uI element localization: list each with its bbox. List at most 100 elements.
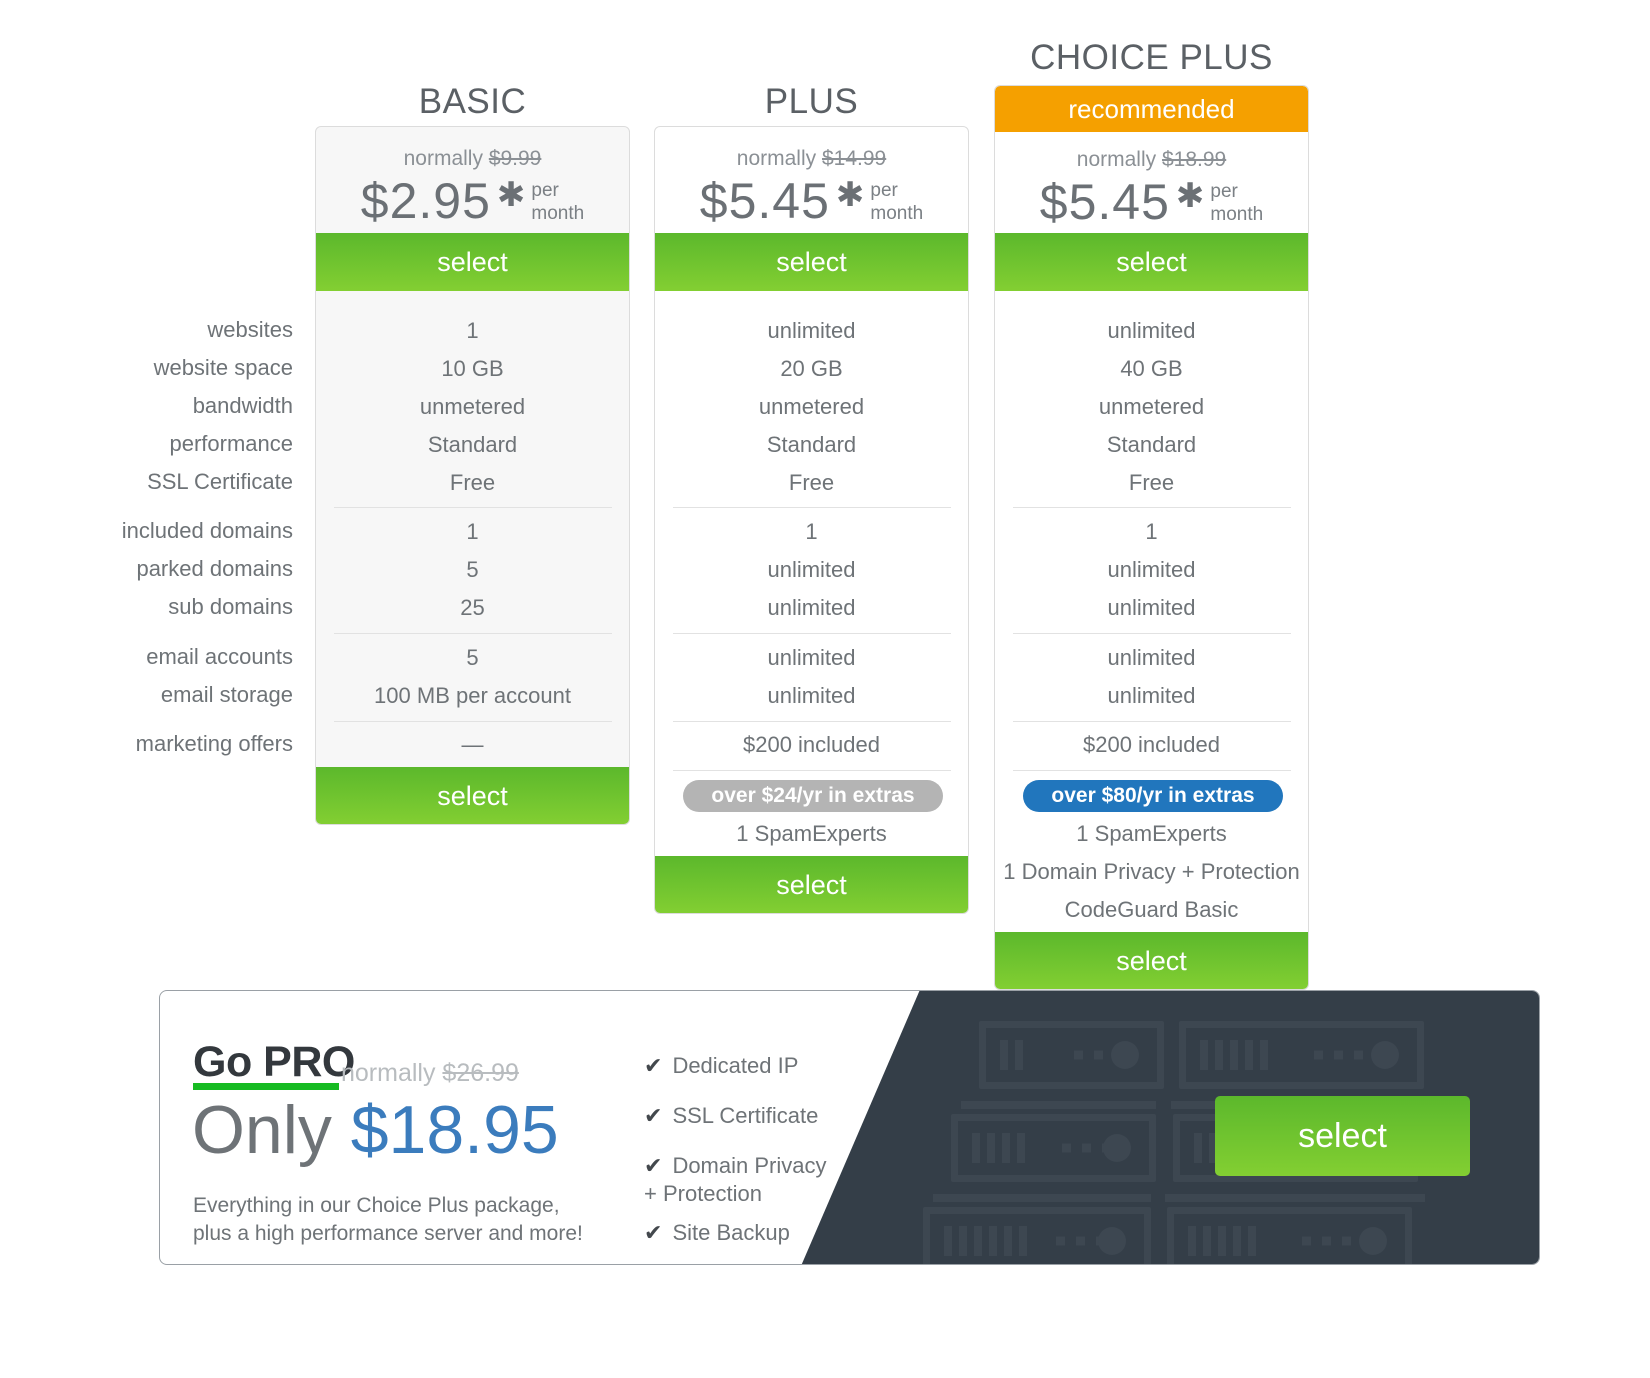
price-block-choice-plus: normally $18.99 $5.45 ✱ per month — [995, 146, 1308, 230]
extras-pill-choice-plus: over $80/yr in extras — [1023, 780, 1283, 812]
value-plus-websites: unlimited — [767, 318, 856, 343]
divider-choice-plus-4 — [1013, 770, 1291, 771]
normally-price-choice-plus: normally $18.99 — [1076, 148, 1227, 171]
go-pro-feature-ssl-certificate: ✔ SSL Certificate — [644, 1103, 819, 1128]
value-choice-plus-websites: unlimited — [1107, 318, 1196, 343]
select-button-basic-bottom[interactable]: select — [316, 767, 629, 824]
server-dots-icon — [1314, 1050, 1363, 1060]
server-bars-icon — [1000, 1040, 1023, 1070]
recommended-banner: recommended — [995, 86, 1308, 132]
price-asterisk-icon-basic: ✱ — [496, 176, 526, 214]
select-button-plus-top[interactable]: select — [655, 233, 968, 291]
value-plus-marketing-offers: $200 included — [742, 732, 880, 757]
strike-price-basic: $9.99 — [488, 147, 542, 170]
server-bars-icon — [944, 1226, 1027, 1256]
value-choice-plus-performance: Standard — [1106, 432, 1197, 457]
value-plus-performance: Standard — [766, 432, 857, 457]
feature-label-marketing-offers: marketing offers — [135, 731, 293, 756]
server-bars-icon — [1200, 1040, 1268, 1070]
server-rail — [961, 1101, 1156, 1109]
value-plus-website-space: 20 GB — [780, 356, 843, 381]
plan-title-basic: BASIC — [418, 82, 527, 121]
go-pro-feature-domain-privacy-line2: + Protection — [644, 1181, 763, 1206]
price-amount-basic: $2.95 — [360, 173, 491, 229]
value-choice-plus-bandwidth: unmetered — [1098, 394, 1205, 419]
strike-price-plus: $14.99 — [821, 147, 887, 170]
select-button-plus-bottom[interactable]: select — [655, 856, 968, 913]
feature-label-websites: websites — [207, 317, 293, 342]
normally-price-basic: normally $9.99 — [403, 147, 542, 170]
price-period-choice-plus: per month — [1210, 181, 1264, 225]
normally-price-plus: normally $14.99 — [736, 147, 887, 170]
plan-title-choice-plus: CHOICE PLUS — [1030, 38, 1273, 77]
value-basic-websites: 1 — [466, 318, 479, 343]
server-knob-icon — [1359, 1227, 1387, 1255]
server-unit — [1179, 1021, 1424, 1089]
price-asterisk-icon-plus: ✱ — [835, 176, 865, 214]
server-dots-icon — [1302, 1236, 1351, 1246]
go-pro-feature-domain-privacy: ✔ Domain Privacy — [644, 1153, 827, 1178]
extra-plus-0: 1 SpamExperts — [736, 821, 887, 846]
server-knob-icon — [1111, 1041, 1139, 1069]
feature-label-included-domains: included domains — [121, 518, 293, 543]
go-pro-panel: Go PRO normally $26.99 Only $18.95 Every… — [159, 990, 1540, 1265]
select-button-basic-top[interactable]: select — [316, 233, 629, 291]
value-plus-bandwidth: unmetered — [758, 394, 865, 419]
divider-basic-2 — [334, 633, 612, 634]
value-basic-marketing-offers: — — [461, 732, 484, 757]
divider-plus-2 — [673, 633, 951, 634]
go-pro-strike-price: $26.99 — [442, 1059, 519, 1087]
value-choice-plus-included-domains: 1 — [1145, 519, 1158, 544]
value-plus-sub-domains: unlimited — [767, 595, 856, 620]
select-button-go-pro[interactable]: select — [1215, 1096, 1470, 1176]
server-unit — [1167, 1207, 1412, 1264]
value-plus-parked-domains: unlimited — [767, 557, 856, 582]
extra-choice-plus-2: CodeGuard Basic — [1064, 897, 1239, 922]
extras-pill-plus: over $24/yr in extras — [683, 780, 943, 812]
price-block-basic: normally $9.99 $2.95 ✱ per month — [316, 145, 629, 229]
go-pro-description-line2: plus a high performance server and more! — [193, 1222, 583, 1245]
value-choice-plus-parked-domains: unlimited — [1107, 557, 1196, 582]
server-unit — [951, 1114, 1156, 1182]
price-block-plus: normally $14.99 $5.45 ✱ per month — [655, 145, 968, 229]
price-row-plus: $5.45 ✱ per month — [655, 173, 968, 229]
value-choice-plus-website-space: 40 GB — [1120, 356, 1183, 381]
plan-card-basic: normally $9.99 $2.95 ✱ per month select … — [315, 126, 630, 825]
server-rail — [1165, 1194, 1425, 1202]
feature-label-ssl-certificate: SSL Certificate — [147, 469, 293, 494]
server-unit — [923, 1207, 1151, 1264]
value-basic-parked-domains: 5 — [466, 557, 479, 582]
go-pro-description-line1: Everything in our Choice Plus package, — [193, 1194, 560, 1217]
value-choice-plus-email-storage: unlimited — [1107, 683, 1196, 708]
divider-plus-1 — [673, 507, 951, 508]
go-pro-underline — [193, 1083, 339, 1090]
server-rail — [933, 1194, 1151, 1202]
divider-choice-plus-1 — [1013, 507, 1291, 508]
price-asterisk-icon-choice-plus: ✱ — [1175, 177, 1205, 215]
check-icon: ✔ — [644, 1153, 663, 1178]
value-basic-email-storage: 100 MB per account — [374, 683, 571, 708]
divider-choice-plus-3 — [1013, 721, 1291, 722]
value-plus-email-accounts: unlimited — [767, 645, 856, 670]
go-pro-feature-site-backup: ✔ Site Backup — [644, 1220, 790, 1245]
select-button-choice-plus-bottom[interactable]: select — [995, 932, 1308, 989]
go-pro-normally: normally $26.99 — [341, 1059, 519, 1087]
feature-label-sub-domains: sub domains — [168, 594, 293, 619]
extra-choice-plus-0: 1 SpamExperts — [1076, 821, 1227, 846]
value-basic-ssl: Free — [449, 470, 496, 495]
price-amount-plus: $5.45 — [699, 173, 830, 229]
check-icon: ✔ — [644, 1103, 663, 1128]
value-basic-email-accounts: 5 — [466, 645, 479, 670]
plan-title-plus: PLUS — [764, 82, 859, 121]
price-row-choice-plus: $5.45 ✱ per month — [995, 174, 1308, 230]
value-choice-plus-email-accounts: unlimited — [1107, 645, 1196, 670]
check-icon: ✔ — [644, 1220, 663, 1245]
value-plus-email-storage: unlimited — [767, 683, 856, 708]
value-choice-plus-marketing-offers: $200 included — [1082, 732, 1220, 757]
divider-plus-3 — [673, 721, 951, 722]
server-bars-icon — [972, 1133, 1025, 1163]
value-plus-ssl: Free — [788, 470, 835, 495]
select-button-choice-plus-top[interactable]: select — [995, 233, 1308, 291]
go-pro-amount: $18.95 — [350, 1092, 559, 1168]
server-knob-icon — [1103, 1134, 1131, 1162]
